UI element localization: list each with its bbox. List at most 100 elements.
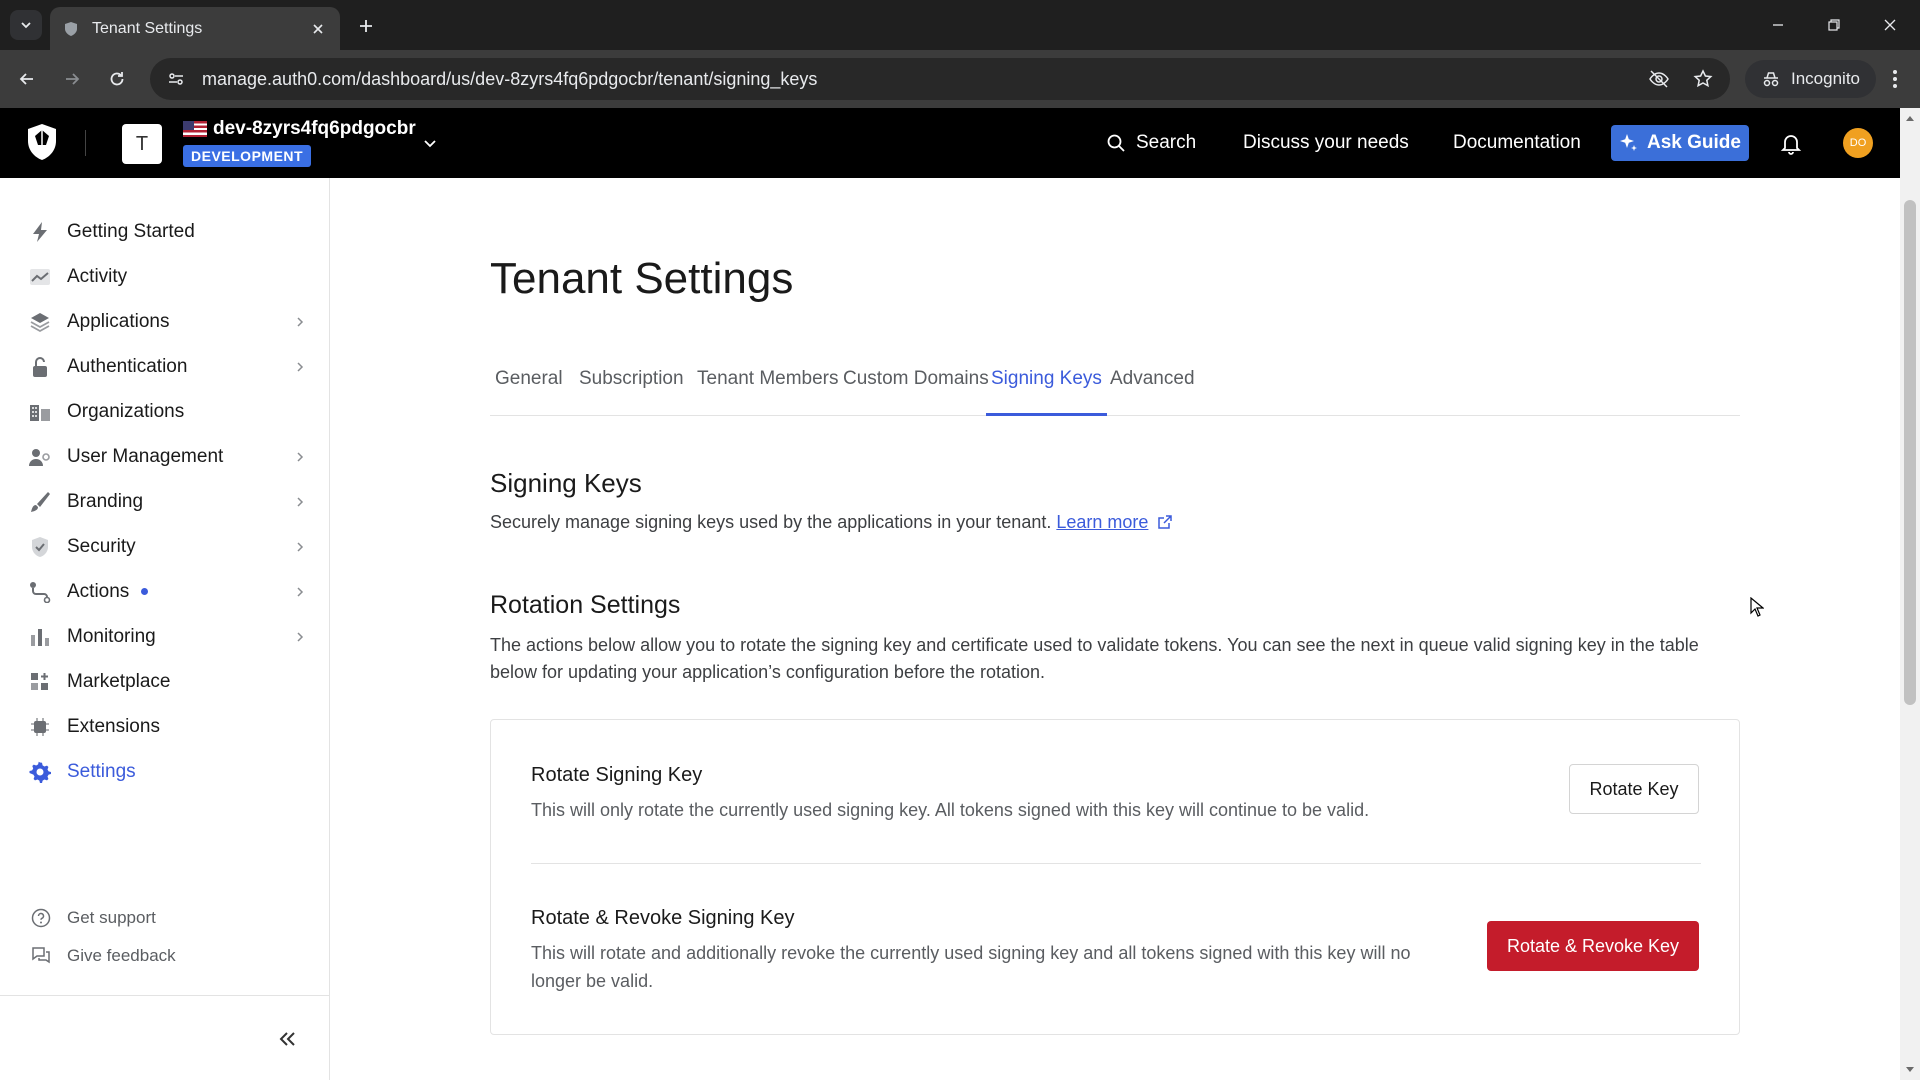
tab-custom-domains[interactable]: Custom Domains xyxy=(843,368,989,416)
brush-icon xyxy=(28,490,52,514)
chevron-right-icon xyxy=(292,494,308,510)
actions-label-text: Actions xyxy=(67,581,130,602)
rotate-revoke-description: This will rotate and additionally revoke… xyxy=(531,943,1411,991)
sidebar-item-organizations[interactable]: Organizations xyxy=(28,394,308,430)
tab-subscription[interactable]: Subscription xyxy=(579,368,684,416)
get-support-link[interactable]: Get support xyxy=(30,904,156,932)
sidebar-item-branding[interactable]: Branding xyxy=(28,484,308,520)
back-button[interactable] xyxy=(12,64,42,94)
sparkle-icon xyxy=(1620,134,1637,151)
actions-flow-icon xyxy=(28,580,52,604)
external-link-icon[interactable] xyxy=(1157,514,1173,530)
environment-badge: DEVELOPMENT xyxy=(183,145,312,167)
tab-advanced[interactable]: Advanced xyxy=(1110,368,1195,416)
browser-toolbar: manage.auth0.com/dashboard/us/dev-8zyrs4… xyxy=(0,50,1920,108)
scroll-down-arrow-icon[interactable] xyxy=(1904,1064,1916,1076)
page-title: Tenant Settings xyxy=(490,254,794,303)
reload-button[interactable] xyxy=(102,64,132,94)
sidebar-item-authentication[interactable]: Authentication xyxy=(28,349,308,385)
feedback-chat-icon xyxy=(30,945,52,967)
tab-signing-keys[interactable]: Signing Keys xyxy=(986,368,1107,416)
give-feedback-label: Give feedback xyxy=(67,946,176,965)
chevron-right-icon xyxy=(292,359,308,375)
lock-icon xyxy=(28,355,52,379)
sidebar-item-applications[interactable]: Applications xyxy=(28,304,308,340)
signing-keys-description: Securely manage signing keys used by the… xyxy=(490,509,1173,536)
notifications-bell-icon[interactable] xyxy=(1778,130,1804,156)
scroll-up-arrow-icon[interactable] xyxy=(1904,112,1916,124)
plus-icon xyxy=(360,20,372,32)
sidebar-item-label: Security xyxy=(67,536,136,557)
sidebar-item-label: Marketplace xyxy=(67,671,171,692)
auth0-logo-icon[interactable] xyxy=(24,122,64,164)
sidebar-item-getting-started[interactable]: Getting Started xyxy=(28,214,308,250)
chevron-right-icon xyxy=(292,539,308,555)
card-divider xyxy=(531,863,1701,864)
sidebar-item-security[interactable]: Security xyxy=(28,529,308,565)
app-header: T dev-8zyrs4fq6pdgocbr DEVELOPMENT Searc… xyxy=(0,108,1900,178)
bar-chart-icon xyxy=(28,625,52,649)
incognito-label: Incognito xyxy=(1791,69,1860,88)
browser-menu-button[interactable] xyxy=(1880,64,1910,94)
tab-close-icon[interactable] xyxy=(308,19,328,39)
rotate-revoke-title: Rotate & Revoke Signing Key xyxy=(531,907,795,929)
address-bar[interactable]: manage.auth0.com/dashboard/us/dev-8zyrs4… xyxy=(150,58,1730,100)
tab-tenant-members[interactable]: Tenant Members xyxy=(697,368,839,416)
rotation-card: Rotate Signing Key This will only rotate… xyxy=(490,719,1740,1035)
sidebar-item-monitoring[interactable]: Monitoring xyxy=(28,619,308,655)
sidebar-item-settings[interactable]: Settings xyxy=(28,754,308,790)
new-tab-button[interactable] xyxy=(352,12,380,40)
site-settings-icon[interactable] xyxy=(164,67,188,91)
sidebar-item-extensions[interactable]: Extensions xyxy=(28,709,308,745)
incognito-indicator[interactable]: Incognito xyxy=(1745,60,1876,98)
rotate-revoke-key-button[interactable]: Rotate & Revoke Key xyxy=(1487,921,1699,971)
rotate-key-button[interactable]: Rotate Key xyxy=(1569,764,1699,814)
mouse-cursor-icon xyxy=(1750,597,1764,617)
sidebar-item-label: Activity xyxy=(67,266,128,287)
browser-tab-bar: Tenant Settings xyxy=(0,0,1920,50)
discuss-needs-link[interactable]: Discuss your needs xyxy=(1243,132,1409,154)
tab-general[interactable]: General xyxy=(495,368,563,416)
tab-title: Tenant Settings xyxy=(92,19,203,37)
star-icon[interactable] xyxy=(1690,66,1716,92)
window-close-button[interactable] xyxy=(1862,0,1918,50)
scrollbar-thumb[interactable] xyxy=(1904,200,1916,705)
rotate-signing-key-description: This will only rotate the currently used… xyxy=(531,800,1370,820)
sidebar-item-label: Organizations xyxy=(67,401,185,422)
sidebar-item-label: Settings xyxy=(67,761,136,782)
browser-tab[interactable]: Tenant Settings xyxy=(50,7,340,50)
tenant-name-text: dev-8zyrs4fq6pdgocbr xyxy=(213,118,416,139)
users-icon xyxy=(28,445,52,469)
sidebar-item-actions[interactable]: Actions xyxy=(28,574,308,610)
minimize-icon xyxy=(1773,24,1783,26)
sidebar-item-label: User Management xyxy=(67,446,224,467)
url-text: manage.auth0.com/dashboard/us/dev-8zyrs4… xyxy=(202,68,818,89)
auth0-favicon-icon xyxy=(62,20,80,38)
tenant-switcher-chevron-icon[interactable] xyxy=(420,133,440,153)
reload-icon xyxy=(110,72,124,86)
sidebar-item-marketplace[interactable]: Marketplace xyxy=(28,664,308,700)
bolt-icon xyxy=(28,220,52,244)
documentation-link[interactable]: Documentation xyxy=(1453,132,1581,154)
signing-keys-description-text: Securely manage signing keys used by the… xyxy=(490,512,1052,532)
user-avatar[interactable]: DO xyxy=(1843,128,1873,158)
ask-guide-button[interactable]: Ask Guide xyxy=(1611,125,1749,161)
gear-icon xyxy=(28,760,52,784)
eye-off-icon[interactable] xyxy=(1646,66,1672,92)
window-minimize-button[interactable] xyxy=(1750,0,1806,50)
search-button[interactable]: Search xyxy=(1106,132,1196,154)
settings-tabs: General Subscription Tenant Members Cust… xyxy=(490,368,1740,416)
collapse-sidebar-icon[interactable] xyxy=(274,1026,300,1052)
learn-more-link[interactable]: Learn more xyxy=(1056,512,1148,532)
tenant-avatar[interactable]: T xyxy=(122,124,162,164)
tenant-name[interactable]: dev-8zyrs4fq6pdgocbr xyxy=(183,118,416,140)
window-restore-button[interactable] xyxy=(1806,0,1862,50)
tab-search-button[interactable] xyxy=(10,10,42,40)
more-vertical-icon xyxy=(1893,70,1897,88)
forward-button[interactable] xyxy=(57,64,87,94)
chevron-right-icon xyxy=(292,584,308,600)
give-feedback-link[interactable]: Give feedback xyxy=(30,942,176,970)
sidebar-item-user-management[interactable]: User Management xyxy=(28,439,308,475)
sidebar-item-activity[interactable]: Activity xyxy=(28,259,308,295)
chevron-right-icon xyxy=(292,629,308,645)
